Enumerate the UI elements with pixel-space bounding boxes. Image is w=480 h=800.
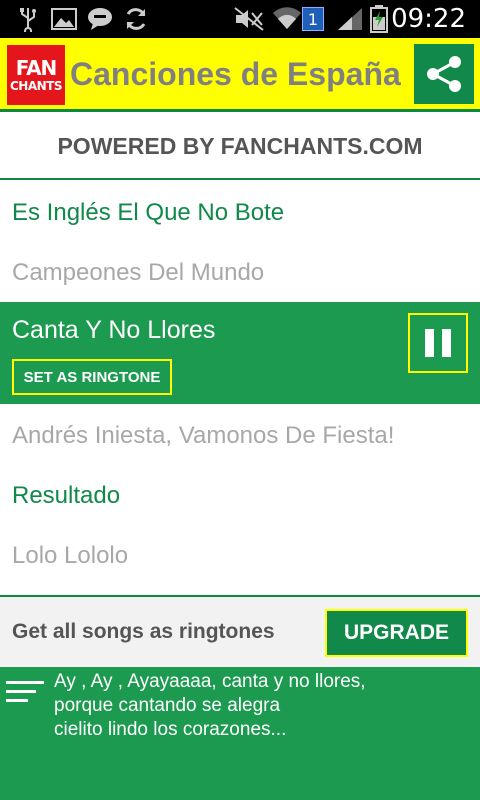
usb-icon: [16, 6, 40, 32]
wifi-icon: [272, 6, 302, 32]
battery-icon: [368, 5, 390, 33]
powered-by-banner[interactable]: POWERED BY FANCHANTS.COM: [0, 115, 480, 180]
app-header: FAN CHANTS Canciones de España: [0, 38, 480, 112]
fanchants-logo: FAN CHANTS: [5, 43, 67, 107]
app-title: Canciones de España: [70, 56, 401, 92]
song-item[interactable]: Campeones Del Mundo: [0, 243, 480, 303]
image-icon: [50, 6, 78, 32]
pause-icon: [425, 329, 434, 357]
logo-bottom-text: CHANTS: [9, 79, 63, 93]
clock: 09:22: [391, 4, 466, 34]
lyrics-line: porque cantando se alegra: [54, 695, 281, 716]
song-item-active[interactable]: Canta Y No Llores SET AS RINGTONE: [0, 302, 480, 404]
lyrics-line: cielito lindo los corazones...: [54, 719, 287, 740]
lyrics-menu-icon[interactable]: [6, 677, 46, 711]
share-icon: [427, 56, 461, 92]
status-bar: 1 09:22: [0, 0, 480, 38]
song-item[interactable]: Resultado: [0, 466, 480, 526]
song-item[interactable]: Es Inglés El Que No Bote: [0, 183, 480, 243]
chat-icon: [86, 6, 114, 32]
share-button[interactable]: [414, 44, 474, 104]
active-song-title: Canta Y No Llores: [12, 316, 216, 344]
upgrade-promo-text: Get all songs as ringtones: [12, 620, 275, 643]
sync-icon: [122, 6, 150, 32]
mute-icon: [234, 6, 264, 32]
upgrade-bar: Get all songs as ringtones UPGRADE: [0, 595, 480, 667]
song-item[interactable]: Andrés Iniesta, Vamonos De Fiesta!: [0, 406, 480, 466]
song-item[interactable]: Lolo Lololo: [0, 526, 480, 586]
lyrics-line: Ay , Ay , Ayayaaaa, canta y no llores,: [54, 671, 366, 692]
logo-top-text: FAN: [15, 56, 58, 80]
set-as-ringtone-button[interactable]: SET AS RINGTONE: [12, 359, 172, 395]
pause-button[interactable]: [408, 313, 468, 373]
upgrade-button[interactable]: UPGRADE: [325, 609, 468, 657]
lyrics-panel[interactable]: Ay , Ay , Ayayaaaa, canta y no llores, p…: [0, 667, 480, 800]
signal-icon: [336, 6, 364, 32]
sim-badge: 1: [302, 7, 324, 31]
